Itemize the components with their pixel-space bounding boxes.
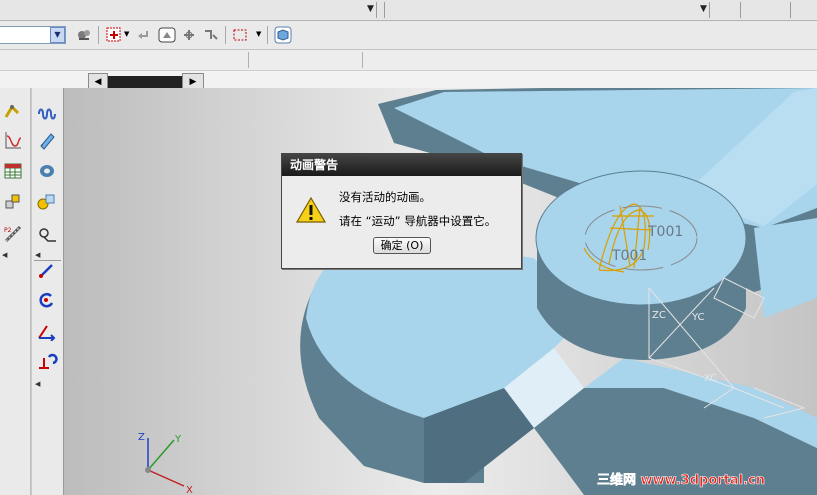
fit-view-icon[interactable] [157,25,177,45]
mechanism-icon[interactable]: P2 [1,222,25,246]
rotate-icon[interactable] [179,25,199,45]
marker-icon[interactable] [35,128,59,152]
svg-text:P2: P2 [4,227,12,234]
joint-icon[interactable] [1,190,25,214]
part-label: T001 [647,224,683,240]
triad-y-label: Y [174,434,182,445]
undo-icon[interactable] [133,25,153,45]
bushing-icon[interactable] [35,159,59,183]
warning-icon [296,196,326,223]
animation-warning-dialog: 动画警告 没有活动的动画。 请在 “运动” 导航器中设置它。 确定 (O) [281,153,522,269]
menu-dropdown-arrow-icon[interactable]: ▼ [367,4,374,14]
secondary-toolbar [0,50,817,71]
spreadsheet-icon[interactable] [1,159,25,183]
motion-palette-right: ◀ ◀ [32,88,64,495]
part-label: T001 [611,248,647,264]
part-model[interactable]: T001 T001 ZC YC XC Z Y X [64,88,817,495]
absolute-triad [145,438,185,487]
snap-point-icon[interactable] [104,25,124,45]
palette-expand-icon[interactable]: ◀ [35,380,40,388]
ok-button[interactable]: 确定 (O) [373,237,431,254]
chevron-down-icon[interactable]: ▼ [124,30,129,38]
vector-force-icon[interactable] [35,319,59,343]
menu-bar: ▼ ▼ [0,0,817,21]
dialog-title[interactable]: 动画警告 [282,154,521,176]
pan-icon[interactable] [201,25,221,45]
shaded-cube-icon[interactable] [273,25,293,45]
chevron-down-icon[interactable]: ▼ [256,30,261,38]
wcs-label-zc: ZC [652,310,666,321]
dialog-message-line1: 没有活动的动画。 [339,190,431,204]
menu-dropdown-arrow-icon[interactable]: ▼ [700,4,707,14]
torque-icon[interactable] [35,349,59,373]
part-top-face [754,218,817,318]
selection-box-icon[interactable] [230,25,250,45]
dialog-message-line2: 请在 “运动” 导航器中设置它。 [339,214,497,228]
motion-icon[interactable] [35,222,59,246]
wcs-label-xc: XC [704,373,717,384]
watermark-text: 三维网 www.3dportal.cn [597,472,765,488]
triad-z-label: Z [138,432,145,443]
color-palette-icon[interactable] [74,25,94,45]
contact-icon[interactable] [35,190,59,214]
site-watermark: 三维网 www.3dportal.cn [597,472,765,488]
boss-top-face [535,170,747,306]
motion-palette-left: P2 ◀ [0,88,31,495]
chevron-down-icon[interactable]: ▼ [50,27,65,43]
force-icon[interactable] [35,258,59,282]
spring-icon[interactable] [35,98,59,122]
triad-x-label: X [186,485,193,495]
palette-expand-icon[interactable]: ◀ [2,251,7,259]
graphics-window[interactable]: T001 T001 ZC YC XC Z Y X [64,88,817,495]
wcs-label-yc: YC [691,312,705,323]
link-icon[interactable] [1,98,25,122]
graph-icon[interactable] [1,128,25,152]
rotation-icon[interactable] [35,288,59,312]
